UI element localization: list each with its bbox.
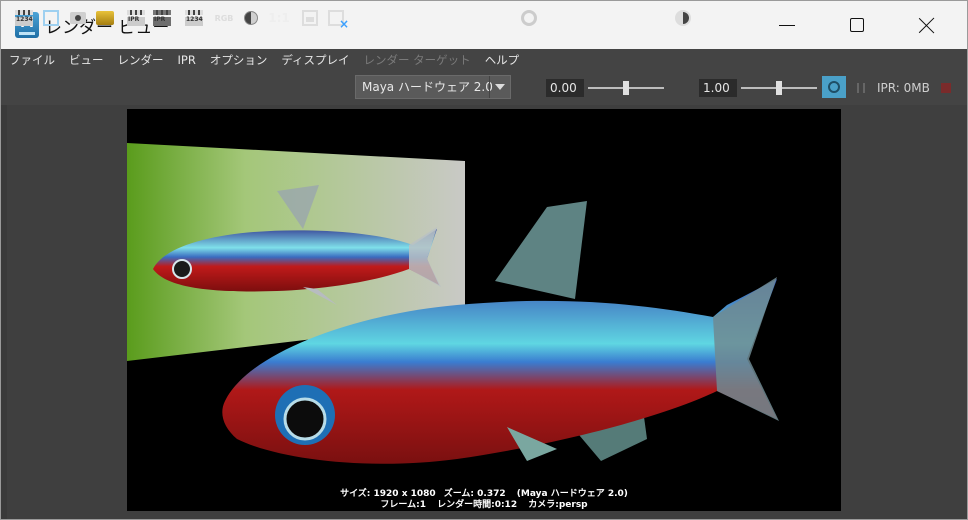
exposure-field[interactable]: 0.00	[546, 79, 584, 97]
pause-icon[interactable]	[857, 83, 865, 93]
ipr-render-icon: IPR	[127, 10, 145, 26]
ipr-refresh-button: IPR	[151, 8, 173, 28]
render-settings-button[interactable]: 1234	[183, 8, 205, 28]
hud-frame: フレーム:1	[380, 500, 426, 510]
frame-region-icon	[43, 10, 59, 26]
menu-render[interactable]: レンダー	[118, 52, 164, 68]
render-settings-tag: 1234	[186, 16, 203, 23]
exposure-icon	[521, 10, 537, 26]
gamma-slider-thumb[interactable]	[776, 81, 782, 95]
colour-management-icon	[828, 81, 840, 93]
maximize-icon	[850, 18, 864, 32]
ipr-memory-label: IPR: 0MB	[877, 81, 930, 95]
render-view-window: M レンダー ビュー ファイル ビュー レンダー IPR オプション ディスプレ…	[0, 0, 968, 520]
render-info-hud: サイズ: 1920 x 1080 ズーム: 0.372 (Maya ハードウェア …	[127, 489, 841, 511]
menu-render-target: レンダー ターゲット	[363, 53, 471, 67]
remove-image-button[interactable]	[325, 8, 349, 31]
real-size-button[interactable]: 1:1	[266, 8, 292, 28]
exposure-slider-thumb[interactable]	[623, 81, 629, 95]
hud-renderer: (Maya ハードウェア 2.0)	[516, 489, 628, 499]
snapshot-button[interactable]	[67, 8, 89, 28]
rendered-image	[127, 143, 779, 464]
render-settings-icon: 1234	[185, 10, 203, 26]
alpha-channel-icon	[244, 11, 258, 25]
redo-render-button[interactable]: 1234	[13, 8, 35, 28]
rgb-channel-icon: RGB	[214, 13, 234, 23]
remove-image-icon	[328, 10, 349, 31]
menu-bar: ファイル ビュー レンダー IPR オプション ディスプレイ レンダー ターゲッ…	[1, 49, 967, 71]
renderer-dropdown-value: Maya ハードウェア 2.0	[362, 80, 493, 94]
hud-camera: カメラ:persp	[528, 500, 588, 510]
snapshot-icon	[70, 12, 86, 24]
clapper-icon: 1234	[15, 10, 33, 26]
render-region-button[interactable]	[40, 8, 62, 28]
render-canvas[interactable]	[127, 109, 841, 511]
gamma-field[interactable]: 1.00	[699, 79, 737, 97]
close-button[interactable]	[897, 1, 957, 49]
hud-size: サイズ: 1920 x 1080	[340, 489, 436, 499]
gamma-icon	[675, 10, 691, 26]
menu-help[interactable]: ヘルプ	[485, 52, 520, 68]
ipr-refresh-icon: IPR	[153, 10, 171, 26]
exposure-button[interactable]	[519, 8, 539, 28]
rgb-channel-button[interactable]: RGB	[212, 8, 236, 28]
menu-file[interactable]: ファイル	[9, 52, 55, 68]
alpha-channel-button[interactable]	[241, 8, 261, 28]
minimize-icon	[779, 24, 795, 26]
keep-image-button[interactable]	[299, 8, 321, 28]
stop-icon[interactable]	[941, 83, 951, 93]
menu-display[interactable]: ディスプレイ	[281, 52, 349, 68]
ipr-tag-dim: IPR	[154, 16, 166, 23]
view-left-edge	[1, 105, 7, 519]
colour-management-toggle[interactable]	[822, 76, 846, 98]
renderer-dropdown[interactable]: Maya ハードウェア 2.0	[355, 75, 511, 99]
close-icon	[919, 17, 935, 33]
render-sequence-button[interactable]	[94, 8, 116, 28]
hud-render-time: レンダー時間:0:12	[437, 500, 518, 510]
ipr-render-button[interactable]: IPR	[125, 8, 147, 28]
keep-image-icon	[302, 10, 318, 26]
real-size-icon: 1:1	[268, 11, 290, 25]
gamma-button[interactable]	[673, 8, 693, 28]
hud-zoom: ズーム: 0.372	[443, 489, 506, 499]
clapper-tag: 1234	[16, 16, 33, 23]
menu-view[interactable]: ビュー	[69, 52, 104, 68]
minimize-button[interactable]	[757, 1, 817, 49]
maximize-button[interactable]	[827, 1, 887, 49]
ipr-tag: IPR	[128, 16, 140, 23]
chevron-down-icon	[489, 76, 510, 98]
menu-options[interactable]: オプション	[210, 52, 268, 68]
lights-icon	[96, 11, 114, 25]
menu-ipr[interactable]: IPR	[178, 53, 196, 67]
